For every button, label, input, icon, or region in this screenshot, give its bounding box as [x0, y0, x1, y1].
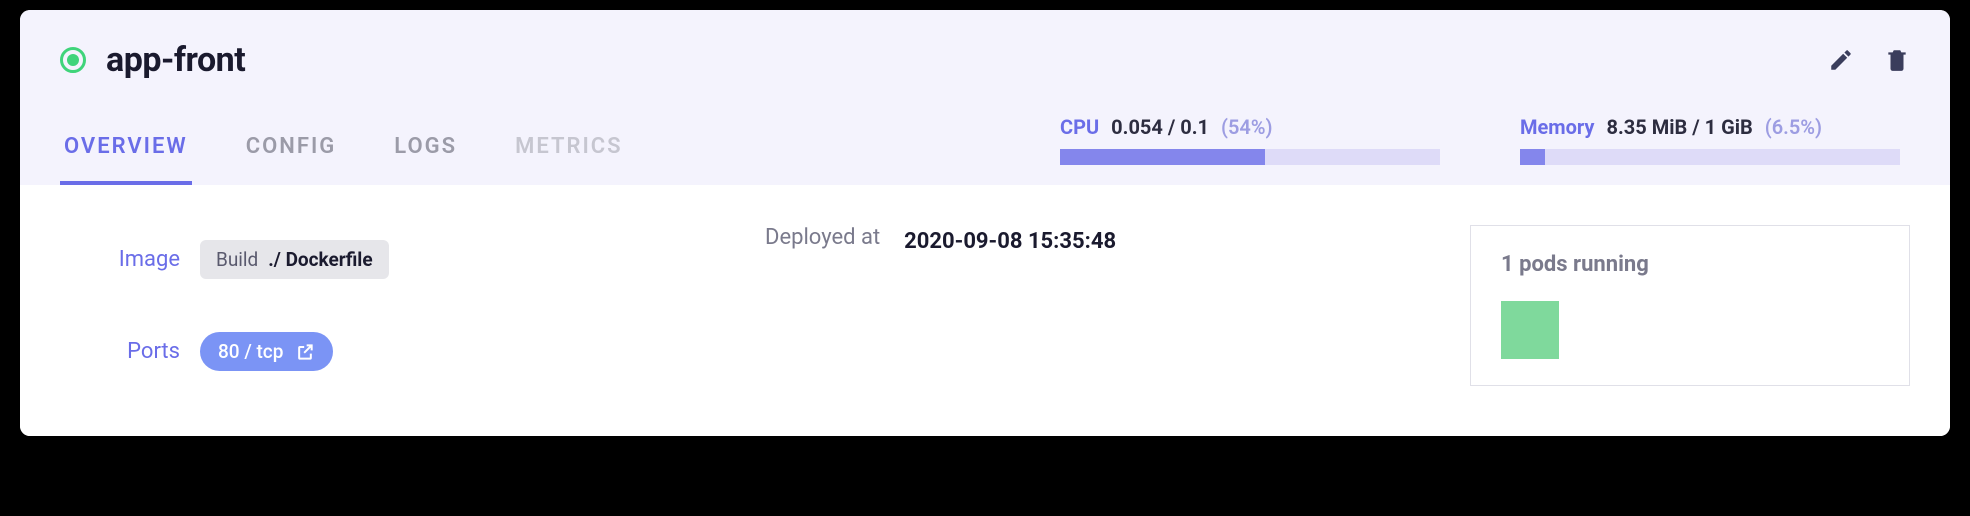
metric-memory-value: 8.35 MiB / 1 GiB [1607, 115, 1753, 139]
ports-value: 80 / tcp [200, 332, 725, 371]
metric-cpu-value: 0.054 / 0.1 [1111, 115, 1209, 139]
edit-button[interactable] [1828, 47, 1854, 73]
metric-memory-bar [1520, 149, 1900, 165]
title-row: app-front [60, 40, 1910, 80]
title-actions [1828, 47, 1910, 73]
ports-label: Ports [60, 339, 180, 364]
metric-memory-pct: (6.5%) [1765, 115, 1822, 139]
trash-icon [1884, 47, 1910, 73]
card-body: Image Build ./ Dockerfile Ports 80 / tcp… [20, 185, 1950, 436]
status-indicator-icon [60, 47, 86, 73]
pods-title: 1 pods running [1501, 252, 1879, 277]
metric-memory-bar-fill [1520, 149, 1545, 165]
delete-button[interactable] [1884, 47, 1910, 73]
metric-cpu-pct: (54%) [1221, 115, 1273, 139]
tab-logs[interactable]: LOGS [390, 124, 461, 185]
metric-cpu-label: CPU 0.054 / 0.1 (54%) [1060, 115, 1440, 139]
pod-indicator[interactable] [1501, 301, 1559, 359]
tab-metrics: METRICS [511, 124, 627, 185]
metric-cpu-name: CPU [1060, 115, 1099, 139]
metrics-row: CPU 0.054 / 0.1 (54%) Memory 8.35 MiB / … [1060, 115, 1910, 185]
pods-box: 1 pods running [1470, 225, 1910, 386]
card-header: app-front OVERVIEW CONFIG LOGS METRICS [20, 10, 1950, 185]
metric-memory-label: Memory 8.35 MiB / 1 GiB (6.5%) [1520, 115, 1900, 139]
edit-icon [1828, 47, 1854, 73]
image-path: ./ Dockerfile [268, 248, 372, 271]
tabs: OVERVIEW CONFIG LOGS METRICS [60, 124, 627, 185]
image-build-label: Build [216, 248, 258, 271]
title-left: app-front [60, 40, 245, 80]
port-chip[interactable]: 80 / tcp [200, 332, 333, 371]
overview-kv: Image Build ./ Dockerfile Ports 80 / tcp [60, 225, 725, 386]
subheader: OVERVIEW CONFIG LOGS METRICS CPU 0.054 /… [60, 115, 1910, 185]
metric-cpu-bar [1060, 149, 1440, 165]
deployed-row: Deployed at 2020-09-08 15:35:48 [765, 225, 1430, 386]
image-chip: Build ./ Dockerfile [200, 240, 389, 279]
port-chip-label: 80 / tcp [218, 340, 283, 363]
metric-cpu-bar-fill [1060, 149, 1265, 165]
app-card: app-front OVERVIEW CONFIG LOGS METRICS [20, 10, 1950, 436]
image-label: Image [60, 247, 180, 272]
metric-memory: Memory 8.35 MiB / 1 GiB (6.5%) [1520, 115, 1900, 165]
open-external-icon [295, 342, 315, 362]
tab-overview[interactable]: OVERVIEW [60, 124, 192, 185]
deployed-label: Deployed at [765, 225, 880, 250]
image-value: Build ./ Dockerfile [200, 240, 725, 279]
metric-memory-name: Memory [1520, 115, 1595, 139]
metric-cpu: CPU 0.054 / 0.1 (54%) [1060, 115, 1440, 165]
app-title: app-front [106, 40, 245, 80]
deployed-value: 2020-09-08 15:35:48 [904, 225, 1430, 258]
tab-config[interactable]: CONFIG [242, 124, 341, 185]
